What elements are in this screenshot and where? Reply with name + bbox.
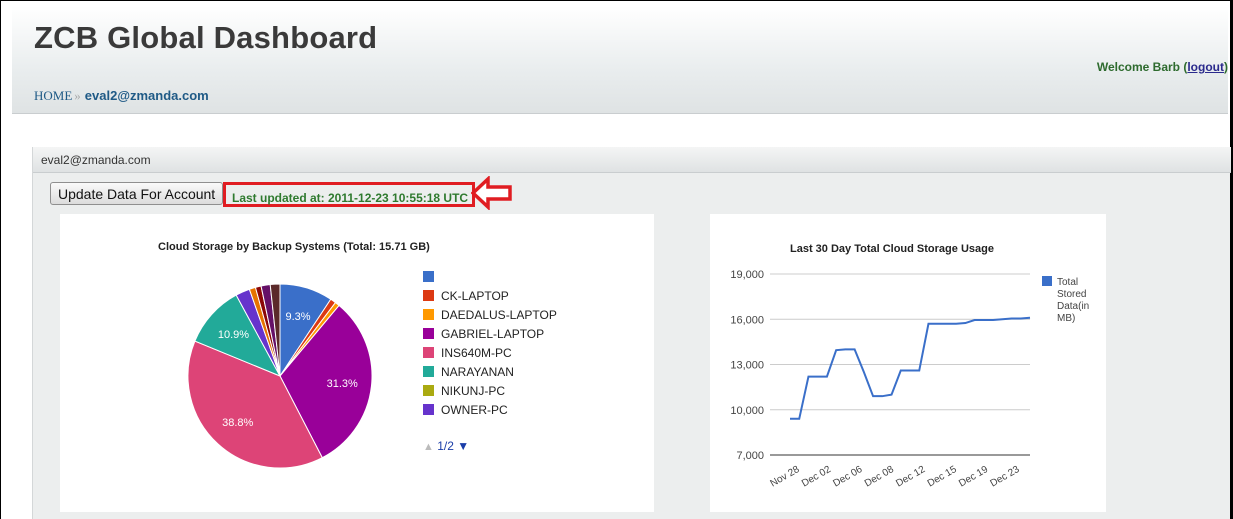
logout-link[interactable]: logout bbox=[1187, 60, 1224, 74]
legend-item: CK-LAPTOP bbox=[423, 289, 509, 305]
pie-slice-label: 31.3% bbox=[327, 378, 358, 390]
legend-swatch bbox=[423, 404, 434, 415]
pager-text: 1/2 bbox=[437, 439, 454, 453]
highlight-arrow-icon bbox=[471, 176, 512, 210]
series-line bbox=[790, 316, 1031, 420]
pie-slice-label: 38.8% bbox=[222, 417, 253, 429]
breadcrumb-separator: » bbox=[74, 88, 81, 103]
legend-label: OWNER-PC bbox=[441, 403, 508, 417]
line-legend-label: Data(in bbox=[1057, 301, 1089, 312]
legend-label: DAEDALUS-LAPTOP bbox=[441, 308, 557, 322]
x-tick-label: Dec 06 bbox=[831, 464, 864, 490]
line-legend-label: Total bbox=[1057, 277, 1078, 288]
legend-item: INS640M-PC bbox=[423, 346, 512, 362]
update-data-button[interactable]: Update Data For Account bbox=[50, 182, 224, 205]
legend-label: GABRIEL-LAPTOP bbox=[441, 327, 545, 341]
pie-chart-title: Cloud Storage by Backup Systems (Total: … bbox=[158, 241, 430, 253]
legend-item: NARAYANAN bbox=[423, 365, 514, 381]
y-tick-label: 7,000 bbox=[736, 450, 764, 462]
panel-title: eval2@zmanda.com bbox=[41, 153, 151, 167]
x-tick-label: Dec 02 bbox=[800, 464, 833, 490]
legend-swatch bbox=[423, 271, 434, 282]
x-tick-label: Dec 12 bbox=[894, 464, 927, 490]
line-chart-card: Last 30 Day Total Cloud Storage Usage 19… bbox=[710, 214, 1106, 512]
x-tick-label: Dec 19 bbox=[957, 464, 990, 490]
pager-next-icon[interactable]: ▼ bbox=[457, 439, 469, 453]
legend-label: CK-LAPTOP bbox=[441, 289, 509, 303]
legend-swatch bbox=[423, 385, 434, 396]
y-tick-label: 13,000 bbox=[730, 360, 764, 372]
legend-swatch bbox=[423, 328, 434, 339]
breadcrumb-home-link[interactable]: HOME bbox=[34, 88, 72, 103]
legend-item: NIKUNJ-PC bbox=[423, 384, 505, 400]
legend-swatch bbox=[423, 366, 434, 377]
line-chart: 19,00016,00013,00010,0007,000Nov 28Dec 0… bbox=[730, 269, 1089, 490]
breadcrumb: HOME» eval2@zmanda.com bbox=[34, 88, 209, 104]
line-legend-swatch bbox=[1042, 276, 1052, 286]
y-tick-label: 19,000 bbox=[730, 269, 764, 281]
last-updated-highlight: Last updated at: 2011-12-23 10:55:18 UTC bbox=[223, 182, 476, 207]
welcome-text: Welcome Barb bbox=[1096, 60, 1180, 74]
legend-swatch bbox=[423, 290, 434, 301]
legend-label: NIKUNJ-PC bbox=[441, 384, 506, 398]
x-tick-label: Nov 28 bbox=[769, 464, 802, 490]
pie-legend: CK-LAPTOP DAEDALUS-LAPTOP GABRIEL-LAPTOP IN… bbox=[423, 270, 623, 420]
pager-prev-icon[interactable]: ▲ bbox=[423, 441, 434, 453]
legend-label: INS640M-PC bbox=[441, 346, 512, 360]
legend-item bbox=[423, 270, 441, 286]
page-header: ZCB Global Dashboard HOME» eval2@zmanda.c… bbox=[12, 6, 1228, 114]
x-tick-label: Dec 08 bbox=[863, 464, 896, 490]
page-title: ZCB Global Dashboard bbox=[34, 20, 378, 55]
line-legend-label: MB) bbox=[1057, 313, 1075, 324]
y-tick-label: 10,000 bbox=[730, 405, 764, 417]
breadcrumb-account: eval2@zmanda.com bbox=[84, 88, 209, 103]
legend-item: DAEDALUS-LAPTOP bbox=[423, 308, 557, 324]
panel-header: eval2@zmanda.com bbox=[33, 147, 1231, 173]
welcome-message: Welcome Barb (logout) bbox=[1096, 60, 1228, 74]
legend-item: GABRIEL-LAPTOP bbox=[423, 327, 544, 343]
legend-item: OWNER-PC bbox=[423, 403, 508, 419]
pie-chart: 9.3% 31.3% 38.8% 10.9% bbox=[187, 283, 373, 469]
pie-slice-label: 10.9% bbox=[218, 329, 249, 341]
y-tick-label: 16,000 bbox=[730, 314, 764, 326]
line-legend-label: Stored bbox=[1057, 289, 1086, 300]
account-panel: eval2@zmanda.com Update Data For Account… bbox=[32, 147, 1231, 519]
legend-swatch bbox=[423, 347, 434, 358]
legend-pager: ▲ 1/2 ▼ bbox=[423, 439, 469, 453]
x-tick-label: Dec 23 bbox=[989, 464, 1022, 490]
pie-slice-label: 9.3% bbox=[285, 311, 310, 323]
last-updated-text: Last updated at: 2011-12-23 10:55:18 UTC bbox=[232, 191, 469, 205]
legend-swatch bbox=[423, 309, 434, 320]
x-tick-label: Dec 15 bbox=[926, 464, 959, 490]
legend-label: NARAYANAN bbox=[441, 365, 514, 379]
pie-chart-card: Cloud Storage by Backup Systems (Total: … bbox=[60, 214, 654, 512]
